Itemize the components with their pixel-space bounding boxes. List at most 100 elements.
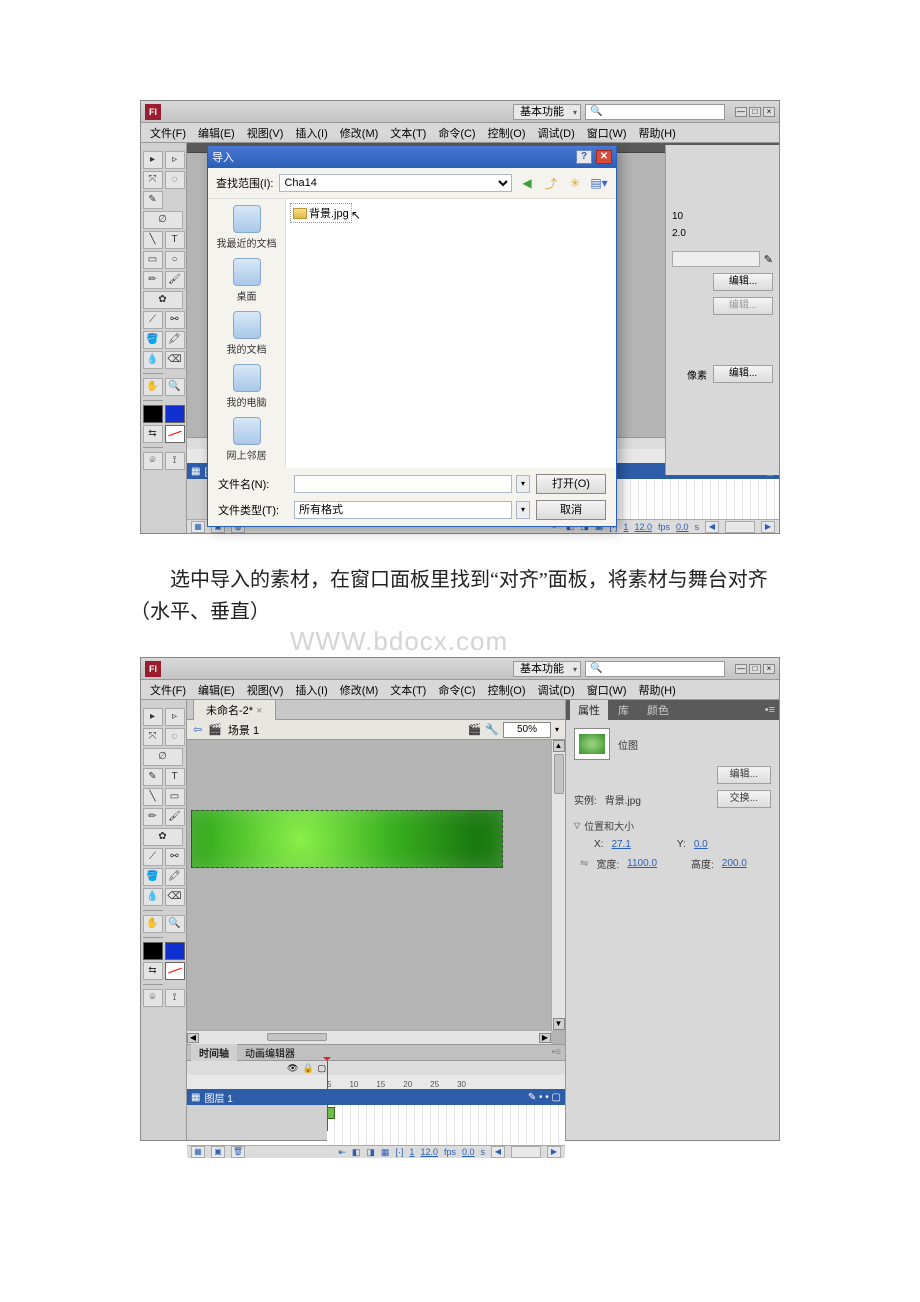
tab-properties[interactable]: 属性 — [570, 700, 608, 720]
menu-item[interactable]: 插入(I) — [290, 682, 332, 698]
ink-tool[interactable]: 🖍 — [165, 331, 185, 349]
menu-item[interactable]: 窗口(W) — [582, 682, 632, 698]
eraser-tool[interactable]: ⌫ — [165, 351, 185, 369]
bind-tool[interactable]: ⚯ — [165, 311, 185, 329]
selection-tool[interactable]: ▸ — [143, 151, 163, 169]
search-input[interactable]: 🔍 — [585, 104, 725, 120]
horizontal-scrollbar[interactable]: ◀ ▶ — [187, 1030, 551, 1044]
tab-close-icon[interactable]: × — [256, 705, 262, 717]
bucket-tool[interactable]: 🪣 — [143, 331, 163, 349]
deco-tool[interactable]: ✿ — [143, 291, 183, 309]
new-layer-btn[interactable]: ▦ — [191, 521, 205, 533]
window-close-button[interactable]: × — [763, 107, 775, 117]
filetype-dd-icon[interactable]: ▾ — [516, 501, 530, 519]
zoom-dd-icon[interactable]: ▾ — [555, 725, 559, 734]
selection-tool[interactable]: ▸ — [143, 708, 163, 726]
new-folder-btn-2[interactable]: ▣ — [211, 1146, 225, 1158]
window-close-button-2[interactable]: × — [763, 664, 775, 674]
rect-tool[interactable]: ▭ — [165, 788, 185, 806]
stage[interactable]: ▲ ▼ ◀ ▶ — [187, 740, 565, 1044]
edit-multiple-icon[interactable]: ▦ — [381, 1147, 390, 1158]
dialog-help-button[interactable]: ? — [576, 150, 592, 164]
new-folder-icon[interactable]: ✳ — [566, 174, 584, 192]
menu-item[interactable]: 文本(T) — [385, 682, 431, 698]
y-value[interactable]: 0.0 — [694, 839, 708, 850]
cancel-button[interactable]: 取消 — [536, 500, 606, 520]
timeline-tab[interactable]: 时间轴 — [191, 1043, 237, 1062]
edit-symbol-icon[interactable]: 🔧 — [485, 723, 499, 736]
bind-tool[interactable]: ⚯ — [165, 848, 185, 866]
scroll-track[interactable] — [725, 521, 755, 533]
keyframe-1b[interactable] — [327, 1107, 335, 1119]
pos-size-section[interactable]: ▽ 位置和大小 — [574, 818, 771, 833]
menu-item[interactable]: 修改(M) — [335, 682, 384, 698]
pencil-tool[interactable]: ✏ — [143, 808, 163, 826]
free-transform-tool[interactable]: ⤧ — [143, 171, 163, 189]
bone-tool[interactable]: ⟋ — [143, 311, 163, 329]
text-tool[interactable]: ∅ — [143, 211, 183, 229]
filename-input[interactable] — [294, 475, 512, 493]
brush-tool[interactable]: 🖌 — [165, 808, 185, 826]
brush-tool[interactable]: 🖌 — [165, 271, 185, 289]
free-transform-tool[interactable]: ⤧ — [143, 728, 163, 746]
option-tool[interactable]: ⟟ — [165, 452, 185, 470]
menu-item[interactable]: 插入(I) — [290, 125, 332, 141]
menu-item[interactable]: 命令(C) — [433, 682, 480, 698]
tab-color[interactable]: 颜色 — [639, 700, 677, 720]
filename-dd-icon[interactable]: ▾ — [516, 475, 530, 493]
subselect-tool[interactable]: ▹ — [165, 151, 185, 169]
fill-color[interactable] — [165, 942, 185, 960]
timeline-ruler-2[interactable]: 51015202530 — [187, 1075, 565, 1089]
menu-item[interactable]: 调试(D) — [533, 682, 580, 698]
pen-tool[interactable]: ✎ — [143, 768, 163, 786]
subselect-tool[interactable]: ▹ — [165, 708, 185, 726]
delete-layer-btn-2[interactable]: 🗑 — [231, 1146, 245, 1158]
onion-outline-icon[interactable]: ◨ — [366, 1147, 375, 1158]
snap-tool[interactable]: ⌾ — [143, 452, 163, 470]
scroll-left-btn[interactable]: ◀ — [705, 521, 719, 533]
deco-tool[interactable]: ✿ — [143, 828, 183, 846]
eyedrop-tool[interactable]: 💧 — [143, 351, 163, 369]
window-max-button-2[interactable]: □ — [749, 664, 761, 674]
swap-colors[interactable]: ⇆ — [143, 962, 163, 980]
playhead-2[interactable] — [327, 1061, 328, 1131]
menu-item[interactable]: 视图(V) — [242, 682, 289, 698]
menu-item[interactable]: 编辑(E) — [193, 125, 240, 141]
lock-aspect-icon[interactable]: ⇋ — [580, 858, 588, 869]
swap-colors[interactable]: ⇆ — [143, 425, 163, 443]
imported-bitmap[interactable] — [191, 810, 503, 868]
onion-skin-icon[interactable]: ◧ — [352, 1147, 361, 1158]
scroll-left-btn-2[interactable]: ◀ — [491, 1146, 505, 1158]
menu-item[interactable]: 文本(T) — [385, 125, 431, 141]
lasso-tool[interactable]: ◌ — [165, 171, 185, 189]
vertical-scrollbar[interactable]: ▲ ▼ — [551, 740, 565, 1030]
snap-tool[interactable]: ⌾ — [143, 989, 163, 1007]
scroll-right-btn[interactable]: ▶ — [761, 521, 775, 533]
zoom-tool[interactable]: 🔍 — [165, 378, 185, 396]
back-icon[interactable]: ◀ — [518, 174, 536, 192]
no-color[interactable] — [165, 425, 185, 443]
menu-item[interactable]: 修改(M) — [335, 125, 384, 141]
scroll-track-2[interactable] — [511, 1146, 541, 1158]
zoom-tool[interactable]: 🔍 — [165, 915, 185, 933]
no-color[interactable] — [165, 962, 185, 980]
fill-color[interactable] — [165, 405, 185, 423]
dialog-close-button[interactable]: ✕ — [596, 150, 612, 164]
window-min-button-2[interactable]: — — [735, 664, 747, 674]
edit-button-1[interactable]: 编辑... — [713, 273, 773, 291]
menu-item[interactable]: 控制(O) — [483, 125, 531, 141]
pencil-tool[interactable]: ✏ — [143, 271, 163, 289]
w-value[interactable]: 1100.0 — [627, 858, 657, 869]
lookin-dropdown[interactable]: Cha14 — [279, 174, 512, 192]
lasso-tool[interactable]: ◌ — [165, 728, 185, 746]
menu-item[interactable]: 控制(O) — [483, 682, 531, 698]
text-tool-t[interactable]: T — [165, 231, 185, 249]
x-value[interactable]: 27.1 — [611, 839, 630, 850]
file-item[interactable]: 背景.jpg — [290, 203, 352, 223]
pen-tool[interactable]: ✎ — [143, 191, 163, 209]
bucket-tool[interactable]: 🪣 — [143, 868, 163, 886]
rect-tool[interactable]: ▭ — [143, 251, 163, 269]
places-item[interactable]: 桌面 — [233, 258, 261, 303]
hand-tool[interactable]: ✋ — [143, 915, 163, 933]
motion-editor-tab[interactable]: 动画编辑器 — [245, 1045, 295, 1060]
